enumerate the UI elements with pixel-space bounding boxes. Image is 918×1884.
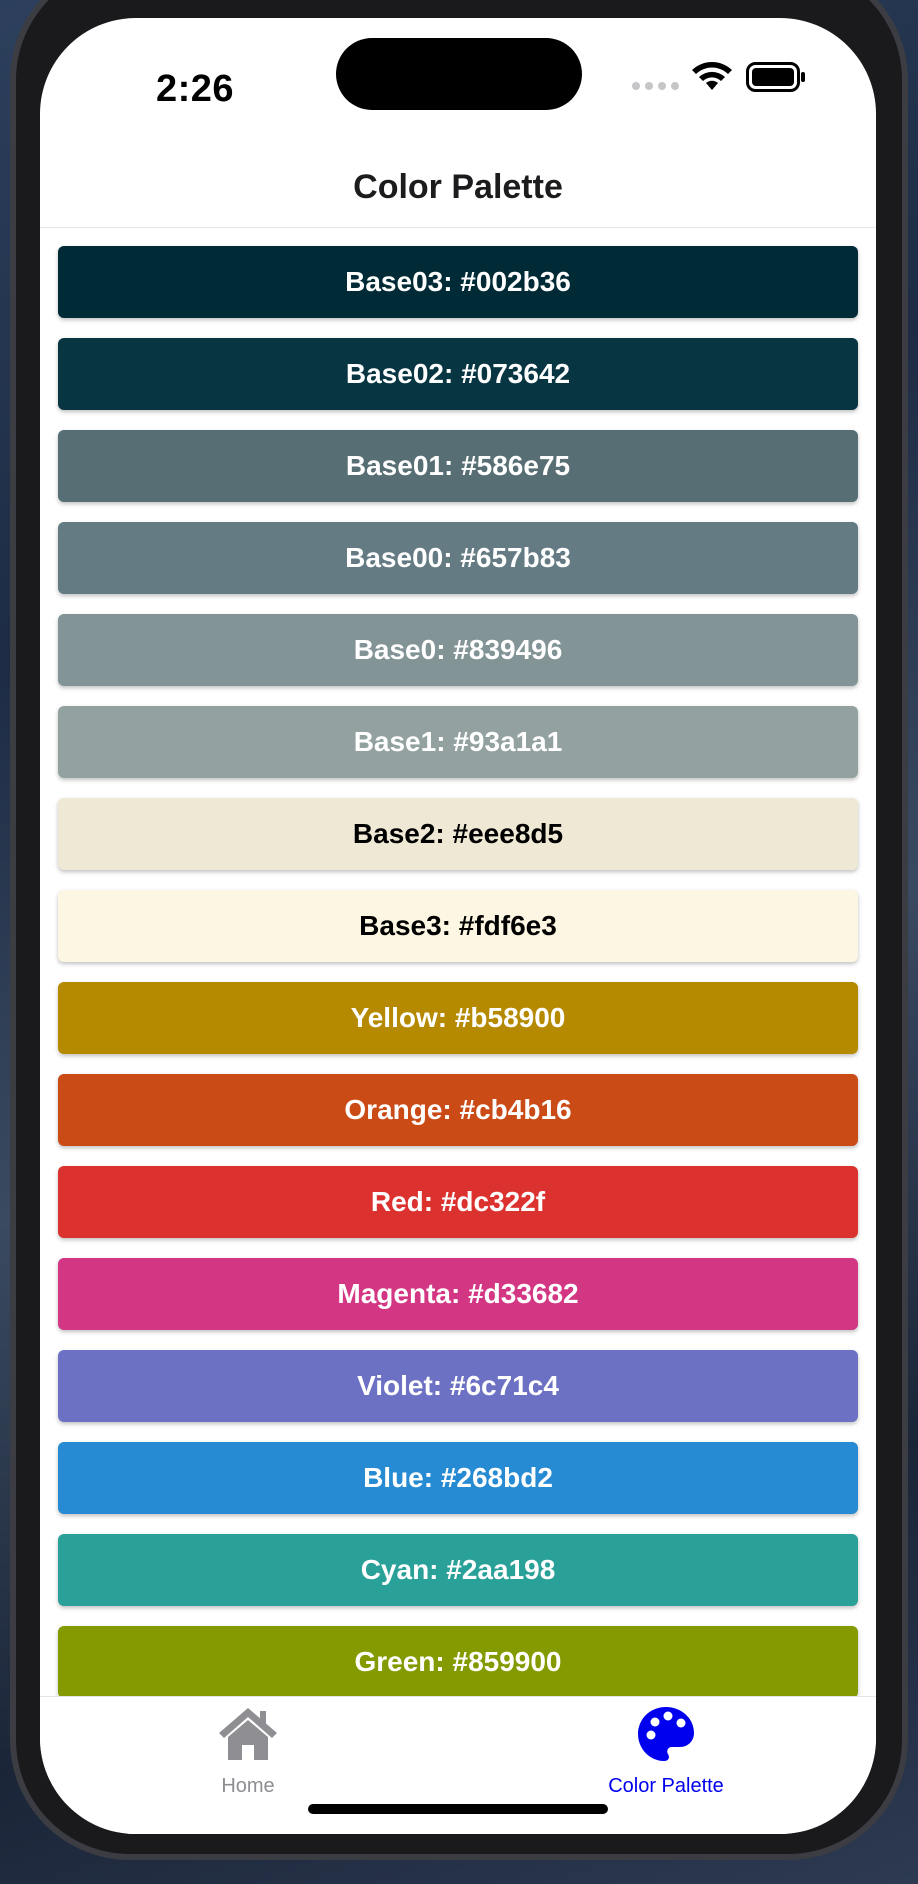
color-swatch[interactable]: Yellow: #b58900: [58, 982, 858, 1054]
color-swatch[interactable]: Base2: #eee8d5: [58, 798, 858, 870]
wifi-icon: [692, 62, 732, 90]
color-swatch[interactable]: Cyan: #2aa198: [58, 1534, 858, 1606]
home-indicator: [308, 1804, 608, 1814]
status-time: 2:26: [156, 68, 235, 110]
color-swatch[interactable]: Base3: #fdf6e3: [58, 890, 858, 962]
color-swatch[interactable]: Green: #859900: [58, 1626, 858, 1698]
color-swatch[interactable]: Violet: #6c71c4: [58, 1350, 858, 1422]
color-swatch-list: Base03: #002b36 Base02: #073642 Base01: #5…: [58, 246, 858, 1698]
color-swatch[interactable]: Red: #dc322f: [58, 1166, 858, 1238]
color-swatch[interactable]: Base1: #93a1a1: [58, 706, 858, 778]
tab-color-palette-label: Color Palette: [608, 1775, 724, 1797]
cellular-signal-icon: [632, 82, 679, 90]
color-swatch[interactable]: Magenta: #d33682: [58, 1258, 858, 1330]
tab-color-palette[interactable]: Color Palette: [556, 1705, 776, 1805]
palette-icon: [638, 1707, 694, 1761]
page-title: Color Palette: [353, 168, 563, 206]
color-swatch[interactable]: Base0: #839496: [58, 614, 858, 686]
color-swatch[interactable]: Blue: #268bd2: [58, 1442, 858, 1514]
color-swatch[interactable]: Base00: #657b83: [58, 522, 858, 594]
navigation-header: Color Palette: [40, 148, 876, 228]
tab-home-label: Home: [221, 1775, 275, 1797]
home-icon: [219, 1708, 277, 1760]
status-bar: 2:26: [40, 18, 876, 148]
color-swatch[interactable]: Base01: #586e75: [58, 430, 858, 502]
battery-icon: [746, 62, 805, 92]
app-screen: 2:26 Color Palette Base03: #002b36 Base02…: [40, 18, 876, 1834]
tab-home[interactable]: Home: [138, 1705, 358, 1805]
color-swatch[interactable]: Orange: #cb4b16: [58, 1074, 858, 1146]
color-swatch[interactable]: Base03: #002b36: [58, 246, 858, 318]
dynamic-island: [336, 38, 582, 110]
color-swatch[interactable]: Base02: #073642: [58, 338, 858, 410]
